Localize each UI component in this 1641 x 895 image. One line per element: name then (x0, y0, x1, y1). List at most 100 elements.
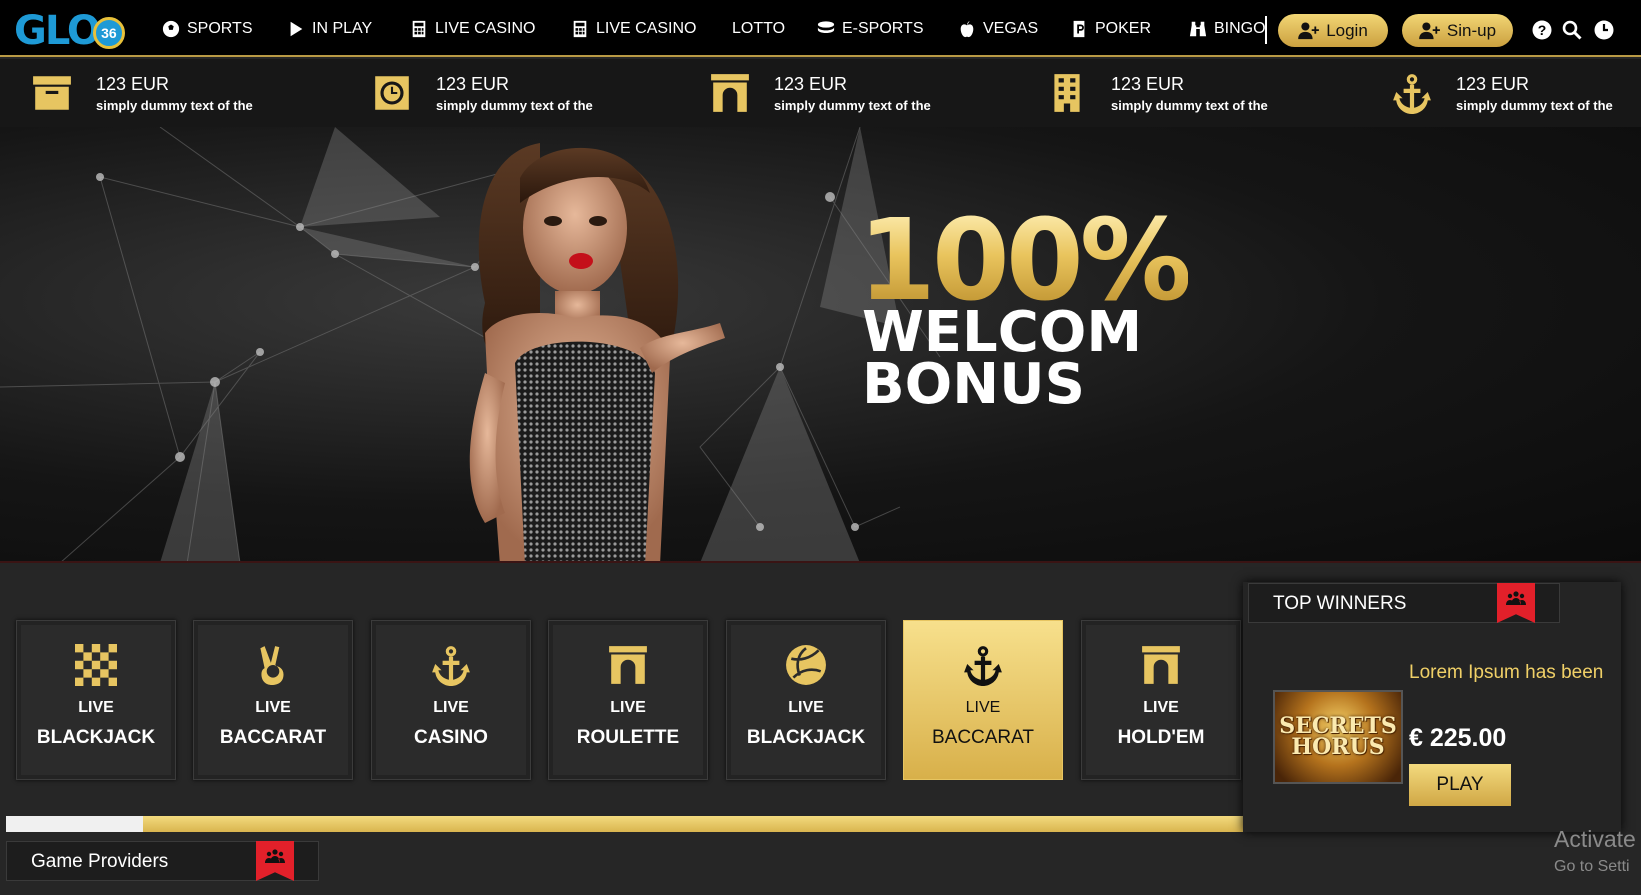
stat-description: simply dummy text of the (96, 97, 253, 113)
top-winners-header: TOP WINNERS (1248, 583, 1560, 623)
game-tile-live-baccarat-2[interactable]: LIVE BACCARAT (903, 620, 1063, 780)
nav-item-sports[interactable]: SPORTS (162, 18, 253, 40)
stat-item: 123 EUR simply dummy text of the (370, 67, 593, 119)
add-user-icon (1298, 21, 1320, 39)
stat-amount: 123 EUR (96, 73, 170, 94)
promo-line-2: BONUS (862, 352, 1085, 417)
archive-box-icon (30, 71, 74, 115)
logo-badge: 36 (92, 17, 125, 49)
signup-button[interactable]: Sin-up (1402, 14, 1513, 47)
game-tile-live-holdem[interactable]: LIVE HOLD'EM (1081, 620, 1241, 780)
stat-item: 123 EUR simply dummy text of the (1045, 67, 1268, 119)
parking-sign-icon (1073, 20, 1085, 38)
hero-banner[interactable]: 100% WELCOM BONUS (0, 127, 1641, 563)
add-user-icon (1419, 21, 1440, 39)
games-scrollbar[interactable] (6, 816, 1249, 832)
nav-item-label: POKER (1095, 20, 1152, 37)
stat-item: 123 EUR simply dummy text of the (708, 67, 931, 119)
winner-amount: € 225.00 (1409, 724, 1507, 752)
game-tile-title: HOLD'EM (1117, 727, 1205, 748)
winner-game-thumbnail[interactable]: SECRETS HORUS (1273, 690, 1403, 784)
nav-item-bingo[interactable]: BINGO (1189, 18, 1266, 40)
play-button[interactable]: PLAY (1409, 764, 1511, 806)
thumbnail-title: SECRETS HORUS (1279, 713, 1397, 760)
arch-icon (708, 71, 752, 115)
game-tile-live-blackjack[interactable]: LIVE BLACKJACK (16, 620, 176, 780)
game-tile-title: ROULETTE (576, 727, 680, 748)
login-button[interactable]: Login (1278, 14, 1388, 47)
stat-description: simply dummy text of the (774, 97, 931, 113)
apple-icon (960, 20, 974, 38)
stat-description: simply dummy text of the (1456, 97, 1613, 113)
stat-amount: 123 EUR (774, 73, 848, 94)
crowd-ribbon-icon (1497, 583, 1535, 623)
game-tile-subtitle: LIVE (78, 699, 114, 716)
site-logo[interactable]: GLO 36 (14, 8, 125, 54)
stat-amount: 123 EUR (436, 73, 510, 94)
game-tile-live-roulette[interactable]: LIVE ROULETTE (548, 620, 708, 780)
stat-description: simply dummy text of the (436, 97, 593, 113)
nav-item-lotto[interactable]: LOTTO (732, 18, 785, 40)
scrollbar-thumb[interactable] (6, 816, 143, 832)
nav-item-label: VEGAS (983, 20, 1039, 37)
game-tile-live-blackjack-2[interactable]: LIVE BLACKJACK (726, 620, 886, 780)
stat-item: 123 EUR simply dummy text of the (1390, 67, 1613, 119)
crowd-ribbon-icon (256, 841, 294, 881)
nav-item-e-sports[interactable]: E-SPORTS (817, 18, 924, 40)
clock-icon[interactable] (1594, 20, 1614, 40)
play-icon (290, 21, 303, 37)
calculator-icon (573, 20, 587, 38)
nav-item-live-casino[interactable]: LIVE CASINO (410, 18, 535, 40)
checkerboard-icon (74, 643, 118, 687)
section-title: Game Providers (31, 851, 169, 872)
signup-label: Sin-up (1446, 20, 1497, 40)
game-tile-subtitle: LIVE (1143, 699, 1179, 716)
anchor-icon (961, 643, 1005, 687)
login-label: Login (1326, 20, 1368, 40)
game-tile-subtitle: LIVE (433, 699, 469, 716)
nav-item-vegas[interactable]: VEGAS (958, 18, 1038, 40)
game-tile-title: BACCARAT (219, 727, 327, 748)
activation-watermark-sub: Go to Setti (1554, 858, 1630, 875)
nav-item-label: SPORTS (187, 20, 253, 37)
nav-item-label: IN PLAY (312, 20, 373, 37)
binoculars-icon (1189, 21, 1207, 37)
database-icon (817, 21, 835, 34)
building-icon (1045, 71, 1089, 115)
nav-item-label: LIVE CASINO (435, 20, 536, 37)
section-title: TOP WINNERS (1273, 593, 1407, 614)
anchor-icon (1390, 71, 1434, 115)
promo-model-image (469, 143, 725, 561)
anchor-icon (429, 643, 473, 687)
game-tile-title: BACCARAT (931, 727, 1035, 748)
nav-item-poker[interactable]: POKER (1070, 18, 1151, 40)
winner-title: Lorem Ipsum has been (1409, 662, 1604, 683)
arch-icon (606, 643, 650, 687)
nav-item-live-casino-2[interactable]: LIVE CASINO (571, 18, 696, 40)
game-tile-subtitle: LIVE (255, 699, 291, 716)
game-tile-subtitle: LIVE (788, 699, 824, 716)
help-icon[interactable]: ? (1532, 20, 1552, 40)
stat-amount: 123 EUR (1111, 73, 1185, 94)
activation-watermark: Activate (1554, 826, 1636, 852)
top-navigation: GLO 36 SPORTS IN PLAY LIVE CASINO LIVE C… (0, 0, 1641, 57)
game-providers-header: Game Providers (6, 841, 319, 881)
stopwatch-icon (370, 71, 414, 115)
stat-description: simply dummy text of the (1111, 97, 1268, 113)
game-tile-live-baccarat[interactable]: LIVE BACCARAT (193, 620, 353, 780)
calculator-icon (412, 20, 426, 38)
arch-icon (1139, 643, 1183, 687)
game-tile-title: BLACKJACK (746, 727, 866, 748)
game-tile-live-casino[interactable]: LIVE CASINO (371, 620, 531, 780)
stat-amount: 123 EUR (1456, 73, 1530, 94)
nav-item-label: LOTTO (732, 20, 786, 37)
network-background-graphic (0, 127, 941, 561)
nav-item-in-play[interactable]: IN PLAY (287, 18, 372, 40)
text-cursor (1265, 16, 1267, 44)
soccer-ball-icon (162, 20, 180, 38)
nav-item-label: E-SPORTS (842, 20, 924, 37)
peace-hand-icon (251, 643, 295, 687)
game-tile-subtitle: LIVE (965, 699, 1001, 716)
stats-strip: 123 EUR simply dummy text of the 123 EUR s… (0, 59, 1641, 127)
search-icon[interactable] (1562, 20, 1582, 40)
